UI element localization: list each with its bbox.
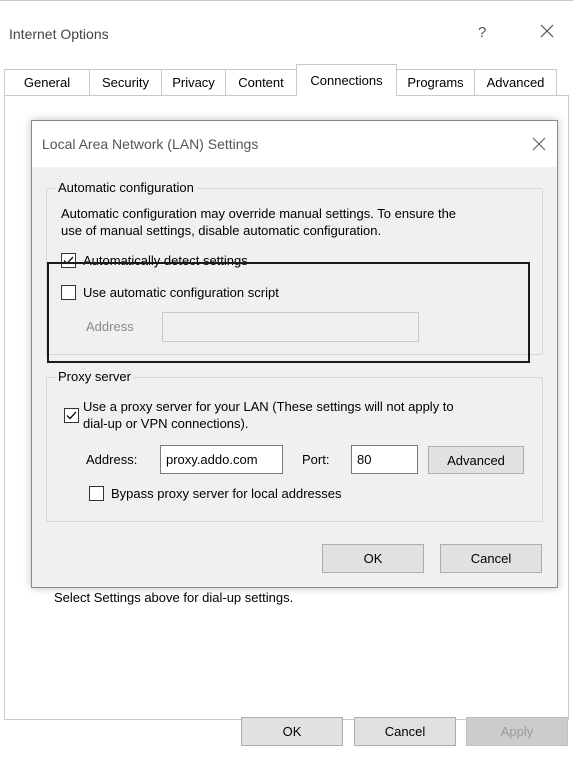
auto-config-description-line1: Automatic configuration may override man…: [61, 206, 457, 221]
proxy-advanced-button[interactable]: Advanced: [428, 446, 524, 474]
dialog-cancel-button[interactable]: Cancel: [440, 544, 542, 573]
lan-settings-dialog: Local Area Network (LAN) Settings Automa…: [31, 120, 558, 588]
tab-connections[interactable]: Connections: [296, 64, 397, 96]
window-title: Internet Options: [9, 26, 109, 42]
apply-button[interactable]: Apply: [466, 717, 568, 746]
proxy-port-input[interactable]: 80: [351, 445, 418, 474]
close-icon: [532, 137, 546, 151]
dialog-ok-button[interactable]: OK: [322, 544, 424, 573]
dialog-close-button[interactable]: [528, 133, 550, 155]
tab-privacy[interactable]: Privacy: [161, 69, 226, 95]
tab-programs[interactable]: Programs: [396, 69, 475, 95]
tab-advanced[interactable]: Advanced: [474, 69, 557, 95]
proxy-settings-highlight: [47, 262, 530, 363]
bypass-local-label[interactable]: Bypass proxy server for local addresses: [111, 486, 341, 501]
use-proxy-label-line2[interactable]: dial-up or VPN connections).: [83, 416, 248, 431]
proxy-address-input[interactable]: proxy.addo.com: [160, 445, 283, 474]
bypass-local-checkbox[interactable]: [89, 486, 104, 501]
cancel-button[interactable]: Cancel: [354, 717, 456, 746]
close-button[interactable]: [535, 19, 559, 43]
window-top-border: [0, 0, 573, 1]
auto-config-description-line2: use of manual settings, disable automati…: [61, 223, 382, 238]
ok-button[interactable]: OK: [241, 717, 343, 746]
checkmark-icon: [66, 411, 77, 420]
tab-content[interactable]: Content: [225, 69, 297, 95]
dialup-hint-text: Select Settings above for dial-up settin…: [54, 590, 294, 605]
auto-config-group-label: Automatic configuration: [55, 180, 197, 195]
proxy-address-label: Address:: [86, 452, 138, 467]
use-proxy-checkbox[interactable]: [64, 408, 79, 423]
help-button[interactable]: ?: [478, 24, 486, 41]
proxy-port-label: Port:: [302, 452, 330, 467]
use-proxy-label-line1[interactable]: Use a proxy server for your LAN (These s…: [83, 399, 454, 414]
close-icon: [540, 24, 554, 38]
dialog-title: Local Area Network (LAN) Settings: [42, 136, 259, 152]
tab-general[interactable]: General: [4, 69, 90, 95]
proxy-server-group-label: Proxy server: [55, 369, 134, 384]
tab-security[interactable]: Security: [89, 69, 162, 95]
